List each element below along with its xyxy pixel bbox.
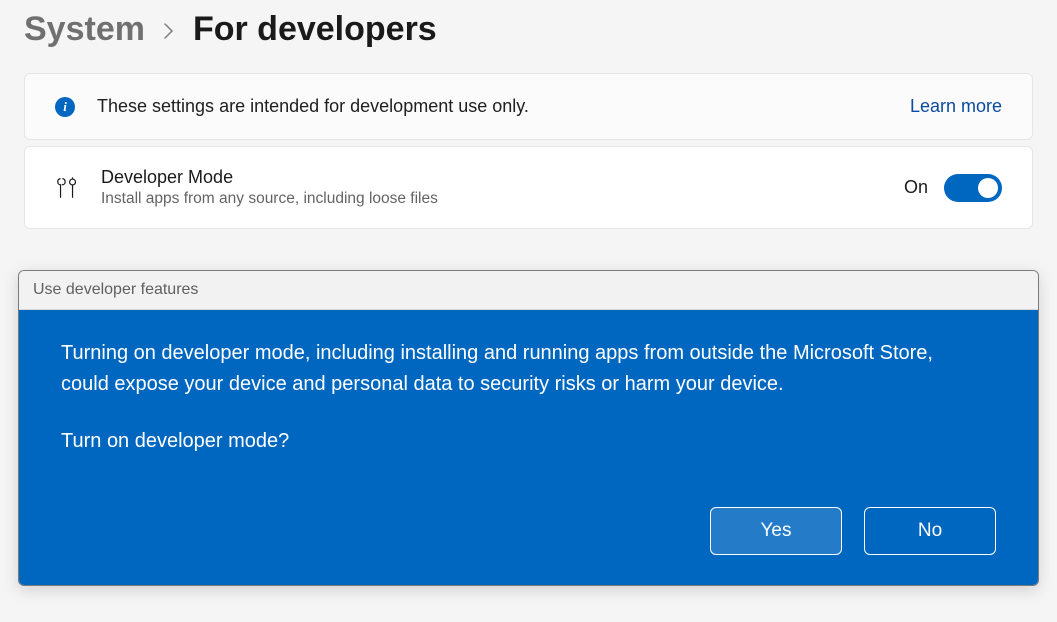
no-button[interactable]: No — [864, 507, 996, 555]
dialog-message: Turning on developer mode, including ins… — [61, 338, 941, 400]
breadcrumb: System For developers — [0, 0, 1057, 73]
info-banner-text: These settings are intended for developm… — [97, 96, 888, 117]
developer-tools-icon — [55, 175, 79, 201]
info-icon: i — [55, 97, 75, 117]
breadcrumb-parent[interactable]: System — [24, 10, 145, 49]
learn-more-link[interactable]: Learn more — [910, 96, 1002, 117]
page-title: For developers — [193, 10, 437, 49]
setting-subtitle: Install apps from any source, including … — [101, 190, 882, 208]
toggle-knob — [978, 178, 998, 198]
dialog-title: Use developer features — [19, 271, 1038, 310]
setting-title: Developer Mode — [101, 167, 882, 188]
developer-mode-toggle[interactable] — [944, 174, 1002, 202]
developer-mode-row: Developer Mode Install apps from any sou… — [24, 146, 1033, 229]
yes-button[interactable]: Yes — [710, 507, 842, 555]
dialog-question: Turn on developer mode? — [61, 430, 996, 453]
info-banner: i These settings are intended for develo… — [24, 73, 1033, 140]
confirm-dialog: Use developer features Turning on develo… — [18, 270, 1039, 586]
toggle-state-label: On — [904, 177, 928, 198]
chevron-right-icon — [163, 19, 175, 45]
